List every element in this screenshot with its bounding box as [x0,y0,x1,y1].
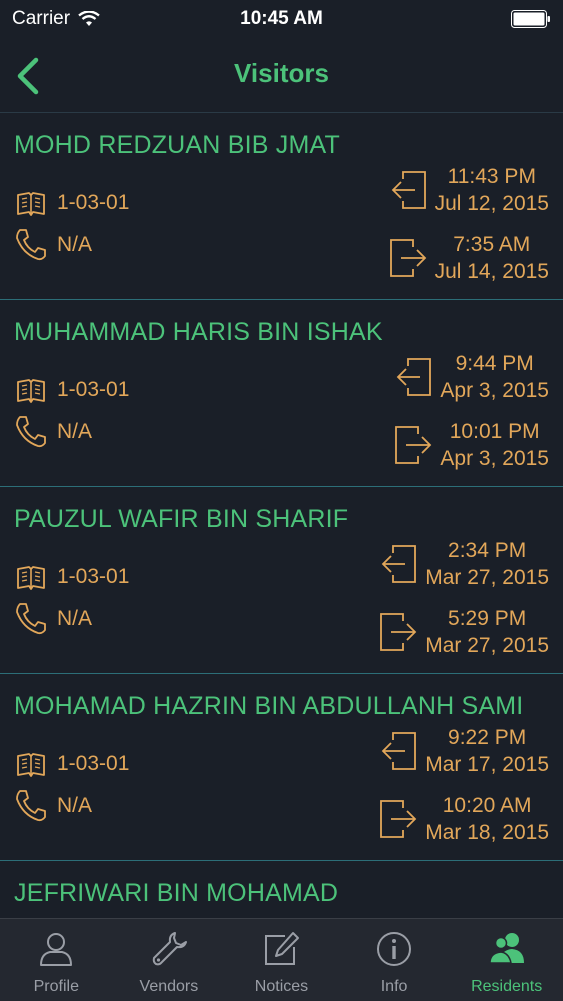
tab-label: Vendors [139,978,199,995]
visitor-name: PAUZUL WAFIR BIN SHARIF [14,505,349,533]
unit-number: 1-03-01 [57,191,130,214]
status-time: 10:45 AM [240,8,323,29]
residents-icon [487,929,527,974]
check-in-icon [381,545,417,583]
check-in-date: Mar 27, 2015 [425,566,549,589]
check-out-clock: 10:20 AM [442,794,532,817]
unit-number: 1-03-01 [57,752,130,775]
visitor-name: JEFRIWARI BIN MOHAMAD [14,879,339,907]
check-in-icon [391,171,426,209]
phone-number: N/A [57,794,93,817]
status-bar: Carrier 10:45 AM [0,0,563,40]
phone-icon [16,790,46,822]
check-out-time: 10:20 AM Mar 18, 2015 [425,792,549,846]
wrench-icon [149,929,189,974]
visitor-row[interactable]: PAUZUL WAFIR BIN SHARIF 1-03-01 N/A 2:34… [0,487,563,674]
check-out-date: Mar 27, 2015 [425,634,549,657]
check-out-icon [380,613,417,651]
navigation-bar: Visitors [0,40,563,112]
page-title: Visitors [234,58,329,88]
book-icon [17,566,45,590]
check-out-icon [389,239,426,277]
check-in-clock: 11:43 PM [447,165,536,188]
book-icon [17,753,45,777]
check-out-date: Jul 14, 2015 [434,260,549,283]
check-in-date: Jul 12, 2015 [434,192,549,215]
check-out-clock: 10:01 PM [449,420,540,443]
check-out-icon [395,426,432,464]
user-icon [36,929,76,974]
visitor-row[interactable]: MUHAMMAD HARIS BIN ISHAK 1-03-01 N/A 9:4… [0,300,563,487]
check-out-time: 7:35 AM Jul 14, 2015 [435,231,549,285]
check-in-date: Apr 3, 2015 [440,379,549,402]
phone-icon [16,229,46,261]
visitor-row[interactable]: MOHD REDZUAN BIB JMAT 1-03-01 N/A 11:43 … [0,113,563,300]
check-in-clock: 9:22 PM [448,726,527,749]
check-in-time: 9:44 PM Apr 3, 2015 [440,350,549,404]
tab-label: Residents [471,978,543,995]
tab-notices[interactable]: Notices [225,919,338,1001]
unit-number: 1-03-01 [57,565,130,588]
tab-label: Profile [33,978,79,995]
tab-label: Notices [254,978,309,995]
phone-number: N/A [57,420,93,443]
tab-vendors[interactable]: Vendors [113,919,226,1001]
book-icon [17,192,45,216]
check-in-icon [397,358,432,396]
check-in-time: 11:43 PM Jul 12, 2015 [435,163,549,217]
battery-icon [511,10,550,28]
check-out-date: Mar 18, 2015 [425,821,549,844]
visitor-name: MUHAMMAD HARIS BIN ISHAK [14,318,383,346]
check-out-time: 5:29 PM Mar 27, 2015 [425,605,549,659]
check-in-clock: 9:44 PM [455,352,534,375]
check-in-time: 9:22 PM Mar 17, 2015 [425,724,549,778]
phone-icon [16,603,46,635]
check-out-icon [380,800,417,838]
tab-info[interactable]: Info [338,919,451,1001]
book-icon [17,379,45,403]
check-out-clock: 7:35 AM [453,233,531,256]
visitor-row[interactable]: JEFRIWARI BIN MOHAMAD [0,861,563,919]
check-out-clock: 5:29 PM [448,607,527,630]
unit-number: 1-03-01 [57,378,130,401]
phone-number: N/A [57,233,93,256]
check-out-time: 10:01 PM Apr 3, 2015 [440,418,549,472]
check-in-icon [381,732,417,770]
tab-label: Info [380,978,408,995]
check-in-date: Mar 17, 2015 [425,753,549,776]
phone-icon [16,416,46,448]
visitor-list[interactable]: MOHD REDZUAN BIB JMAT 1-03-01 N/A 11:43 … [0,112,563,919]
phone-number: N/A [57,607,93,630]
check-in-time: 2:34 PM Mar 27, 2015 [425,537,549,591]
check-out-date: Apr 3, 2015 [440,447,549,470]
tab-bar: Profile Vendors Notices Info Residents [0,918,563,1001]
edit-icon [261,929,301,974]
info-icon [374,929,414,974]
check-in-clock: 2:34 PM [448,539,527,562]
visitor-name: MOHAMAD HAZRIN BIN ABDULLANH SAMI [14,692,524,720]
visitor-name: MOHD REDZUAN BIB JMAT [14,131,340,159]
tab-profile[interactable]: Profile [0,919,113,1001]
tab-residents[interactable]: Residents [450,919,563,1001]
visitor-row[interactable]: MOHAMAD HAZRIN BIN ABDULLANH SAMI 1-03-0… [0,674,563,861]
